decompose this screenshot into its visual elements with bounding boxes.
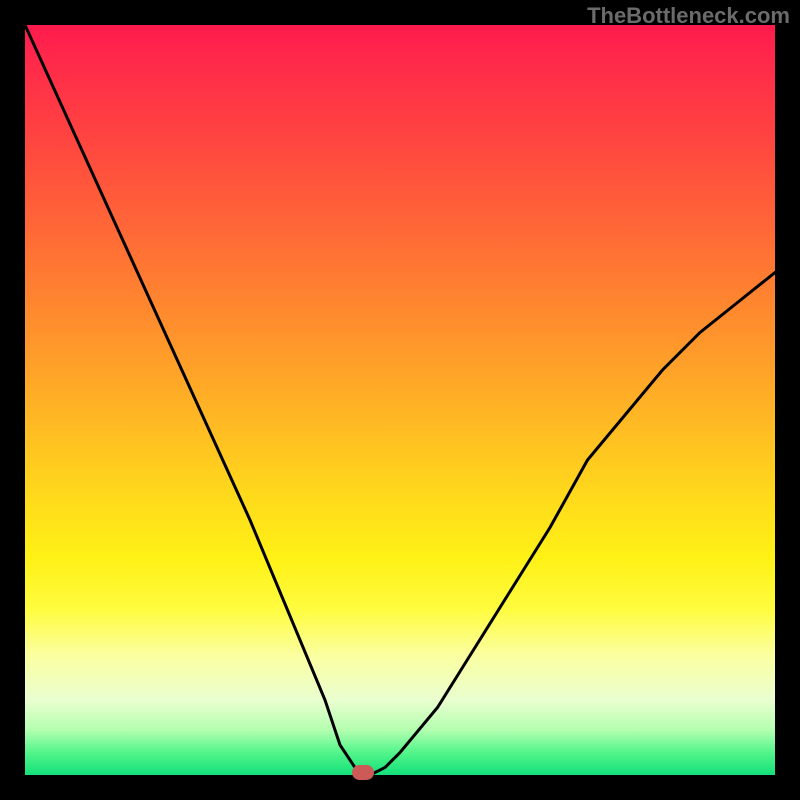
curve-svg [25, 25, 775, 775]
optimal-marker [352, 765, 374, 780]
watermark-text: TheBottleneck.com [587, 3, 790, 29]
chart-frame: TheBottleneck.com [0, 0, 800, 800]
bottleneck-curve-path [25, 25, 775, 775]
plot-area [25, 25, 775, 775]
